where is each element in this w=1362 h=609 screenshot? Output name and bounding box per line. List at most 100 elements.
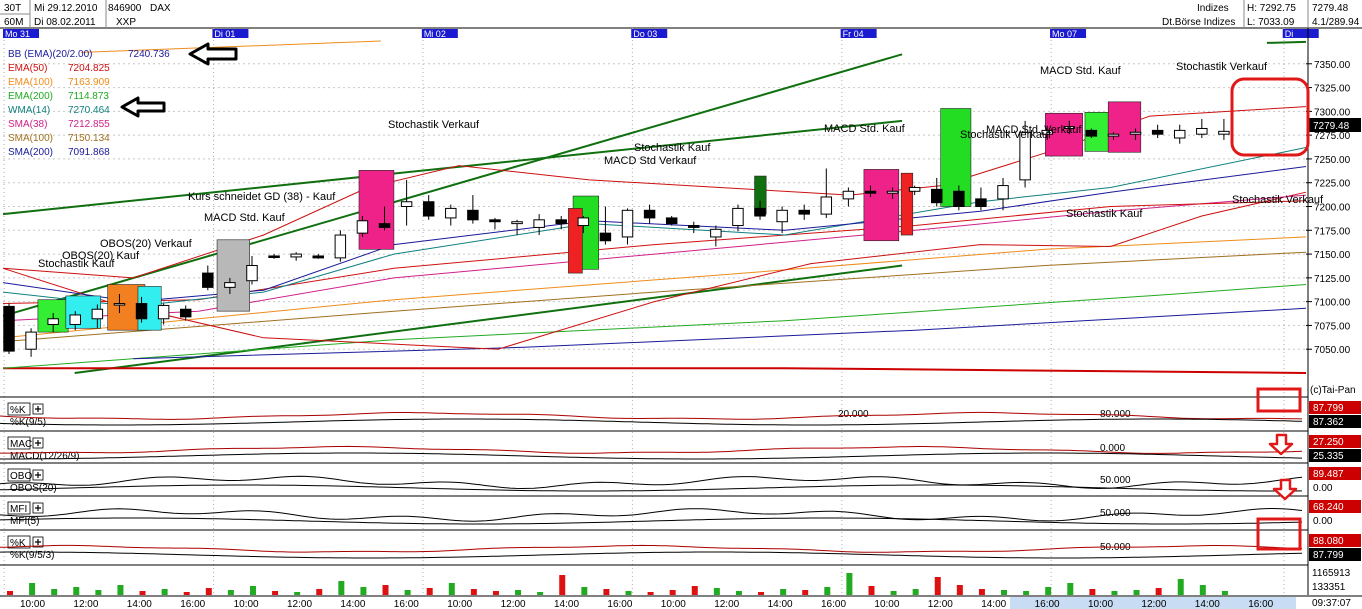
candle — [3, 303, 15, 354]
volume-bottom: 133351 — [1312, 582, 1346, 593]
candle-up — [776, 209, 788, 223]
candle-down — [467, 209, 479, 221]
volume-bar — [316, 589, 323, 595]
candle-up — [25, 331, 37, 350]
signal-annotation: Stochastik Kauf — [1066, 208, 1143, 220]
candle-up — [356, 220, 369, 234]
volume-bar — [846, 573, 853, 595]
time-label: 16:00 — [394, 599, 419, 609]
signal-annotation: MACD Std. Kauf — [824, 123, 906, 135]
candle-down — [555, 219, 567, 225]
candle-down — [312, 255, 324, 259]
volume-bar — [1111, 591, 1118, 595]
signal-annotation: OBOS(20) Verkauf — [100, 238, 193, 250]
category-label: Indizes — [1197, 3, 1229, 14]
symbol-label: DAX — [150, 3, 171, 14]
low-label: L: 7033.09 — [1247, 17, 1295, 28]
candle-up — [445, 207, 457, 219]
chart-window: 30T 60M Mi 29.12.2010 Di 08.02.2011 8469… — [0, 0, 1362, 609]
candle-up — [577, 217, 590, 227]
y-tick-label: 7325.00 — [1314, 84, 1351, 95]
volume-bar — [249, 586, 256, 595]
candle-up — [1218, 130, 1230, 135]
volume-bar — [117, 585, 124, 595]
time-label: 12:00 — [73, 599, 98, 609]
volume-bar — [581, 587, 588, 595]
exchange-code-label: XXP — [116, 17, 136, 28]
legend-name: EMA(100) — [8, 77, 53, 88]
last-price-label: 7279.48 — [1313, 121, 1350, 132]
legend-value: 7240.736 — [128, 49, 170, 60]
signal-box — [863, 169, 900, 242]
day-label: Di — [1285, 29, 1294, 39]
candle-up — [997, 185, 1009, 200]
volume-bar — [404, 590, 411, 595]
candle-up — [1173, 129, 1186, 139]
y-tick-label: 7175.00 — [1314, 226, 1351, 237]
y-tick-label: 7275.00 — [1314, 131, 1351, 142]
y-tick-label: 7125.00 — [1314, 274, 1351, 285]
candle-down — [864, 190, 877, 194]
candle-down — [953, 190, 965, 208]
volume-bar — [912, 589, 919, 595]
volume-bar — [492, 591, 499, 595]
y-tick-label: 7050.00 — [1314, 345, 1351, 356]
volume-bar — [426, 588, 433, 595]
volume-bar — [669, 590, 676, 595]
volume-bar — [448, 583, 455, 595]
candle-down — [378, 223, 391, 228]
signal-annotation: Stochastik Verkauf — [1232, 194, 1324, 206]
chart-canvas[interactable]: 30T 60M Mi 29.12.2010 Di 08.02.2011 8469… — [0, 0, 1362, 609]
volume-bar — [1221, 591, 1228, 595]
time-label: 14:00 — [1195, 599, 1220, 609]
signal-box — [358, 170, 395, 250]
legend-name: SMA(38) — [8, 119, 47, 130]
tai-pan-label: (c)Tai-Pan — [1310, 385, 1356, 396]
candle-up — [1129, 131, 1142, 135]
indicator-sub: %K(9/5) — [10, 417, 46, 428]
day-label: Mi 02 — [424, 29, 446, 39]
time-label: 12:00 — [928, 599, 953, 609]
trend-line-upper-3 — [1266, 40, 1307, 44]
y-tick-label: 7150.00 — [1314, 250, 1351, 261]
candle — [1085, 128, 1098, 138]
candle-down — [179, 308, 192, 318]
volume-bar — [735, 591, 742, 595]
candle-down — [202, 272, 214, 288]
time-label: 10:00 — [874, 599, 899, 609]
right-top-value-2: 4.1/289.94 — [1312, 17, 1360, 28]
interval-label: 60M — [4, 17, 23, 28]
indicator-mid-label-2: 20.000 — [838, 409, 869, 420]
indicator-value-2: 87.799 — [1313, 550, 1344, 561]
volume-bar — [1133, 590, 1140, 595]
volume-bar — [7, 591, 13, 595]
indicator-value-2: 25.335 — [1313, 451, 1344, 462]
candle-down — [3, 305, 15, 352]
signal-annotation: Stochastik Kauf — [634, 142, 711, 154]
time-label: 10:00 — [1088, 599, 1113, 609]
volume-bar — [1067, 583, 1074, 595]
time-label: 16:00 — [180, 599, 205, 609]
candle-down — [1085, 129, 1098, 137]
time-label: 12:00 — [714, 599, 739, 609]
time-label: 16:00 — [1248, 599, 1273, 609]
exchange-label: Dt.Börse Indizes — [1162, 17, 1235, 28]
volume-bar — [360, 587, 367, 595]
candle-up — [511, 221, 523, 225]
day-label: Do 03 — [633, 29, 657, 39]
signal-annotation: MACD Std. Verkauf — [986, 124, 1082, 136]
legend-value: 7204.825 — [68, 63, 110, 74]
candle-up — [69, 314, 82, 325]
candle-down — [1151, 129, 1164, 135]
time-label: 10:00 — [234, 599, 259, 609]
candle-up — [113, 303, 126, 306]
day-label: Di 01 — [214, 29, 235, 39]
signal-annotation: MACD Std. Kauf — [204, 212, 286, 224]
legend-value: 7150.134 — [68, 133, 110, 144]
volume-bar — [1045, 587, 1052, 595]
volume-bar — [1023, 591, 1030, 595]
indicator-value: 68.240 — [1313, 502, 1344, 513]
candle-down — [599, 232, 612, 242]
volume-bar — [1155, 588, 1162, 595]
candle-up — [246, 264, 258, 282]
